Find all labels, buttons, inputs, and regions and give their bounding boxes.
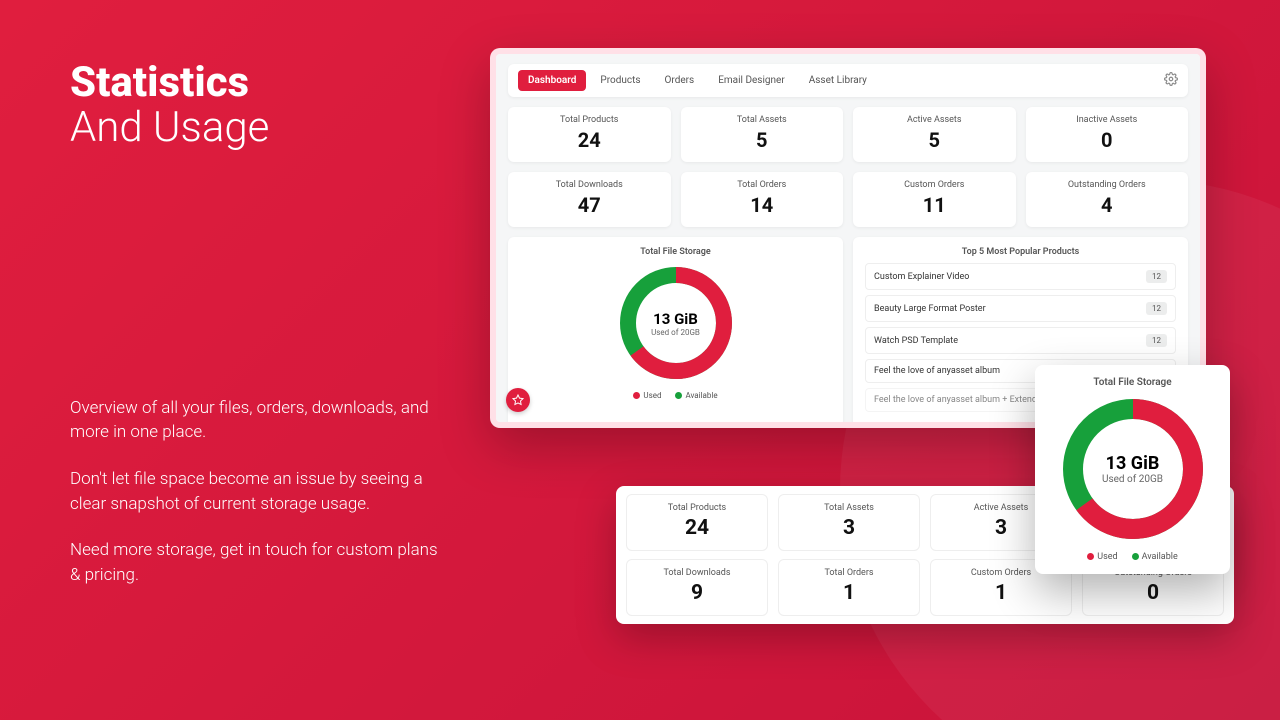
headline-bold: Statistics bbox=[70, 58, 249, 107]
stat-active-assets: Active Assets5 bbox=[853, 107, 1016, 162]
tab-asset-library[interactable]: Asset Library bbox=[799, 70, 877, 91]
strip-stat: Total Products24 bbox=[626, 494, 768, 551]
storage-legend: Used Available bbox=[520, 391, 831, 400]
storage-used-value: 13 GiB bbox=[653, 310, 698, 328]
popular-row[interactable]: Beauty Large Format Poster12 bbox=[865, 295, 1176, 322]
tab-dashboard[interactable]: Dashboard bbox=[518, 70, 586, 91]
top-nav: Dashboard Products Orders Email Designer… bbox=[508, 64, 1188, 97]
float-storage-legend: Used Available bbox=[1047, 552, 1218, 562]
stat-total-downloads: Total Downloads47 bbox=[508, 172, 671, 227]
float-storage-donut: 13 GiB Used of 20GB bbox=[1058, 394, 1208, 544]
storage-panel-title: Total File Storage bbox=[520, 247, 831, 257]
storage-panel: Total File Storage 13 GiB Used of 20GB bbox=[508, 237, 843, 427]
strip-stat: Total Orders1 bbox=[778, 559, 920, 616]
tab-email-designer[interactable]: Email Designer bbox=[708, 70, 795, 91]
paragraph-2: Don't let file space become an issue by … bbox=[70, 467, 440, 516]
popular-row[interactable]: Watch PSD Template12 bbox=[865, 327, 1176, 354]
stats-row-2: Total Downloads47 Total Orders14 Custom … bbox=[508, 172, 1188, 227]
headline: Statistics And Usage bbox=[70, 60, 440, 151]
popular-row[interactable]: Custom Explainer Video12 bbox=[865, 263, 1176, 290]
headline-light: And Usage bbox=[70, 105, 440, 150]
float-storage-value: 13 GiB bbox=[1106, 453, 1160, 474]
stat-custom-orders: Custom Orders11 bbox=[853, 172, 1016, 227]
stat-inactive-assets: Inactive Assets0 bbox=[1026, 107, 1189, 162]
tab-orders[interactable]: Orders bbox=[655, 70, 705, 91]
stats-row-1: Total Products24 Total Assets5 Active As… bbox=[508, 107, 1188, 162]
legend-used: Used bbox=[1087, 552, 1117, 562]
float-storage-title: Total File Storage bbox=[1047, 377, 1218, 388]
gear-icon[interactable] bbox=[1164, 71, 1178, 90]
stat-total-products: Total Products24 bbox=[508, 107, 671, 162]
floating-storage-card: Total File Storage 13 GiB Used of 20GB U… bbox=[1035, 365, 1230, 574]
legend-used: Used bbox=[633, 391, 661, 400]
legend-available: Available bbox=[1132, 552, 1178, 562]
paragraph-1: Overview of all your files, orders, down… bbox=[70, 396, 440, 445]
strip-stat: Total Downloads9 bbox=[626, 559, 768, 616]
stat-total-orders: Total Orders14 bbox=[681, 172, 844, 227]
stat-outstanding-orders: Outstanding Orders4 bbox=[1026, 172, 1189, 227]
legend-available: Available bbox=[675, 391, 717, 400]
strip-stat: Total Assets3 bbox=[778, 494, 920, 551]
popular-panel-title: Top 5 Most Popular Products bbox=[865, 247, 1176, 257]
float-storage-sub: Used of 20GB bbox=[1102, 474, 1163, 485]
star-button[interactable] bbox=[506, 388, 530, 412]
tab-products[interactable]: Products bbox=[590, 70, 650, 91]
storage-capacity-label: Used of 20GB bbox=[651, 328, 700, 337]
paragraph-3: Need more storage, get in touch for cust… bbox=[70, 538, 440, 587]
marketing-copy: Statistics And Usage Overview of all you… bbox=[70, 60, 440, 610]
storage-donut-chart: 13 GiB Used of 20GB bbox=[616, 263, 736, 383]
stat-total-assets: Total Assets5 bbox=[681, 107, 844, 162]
